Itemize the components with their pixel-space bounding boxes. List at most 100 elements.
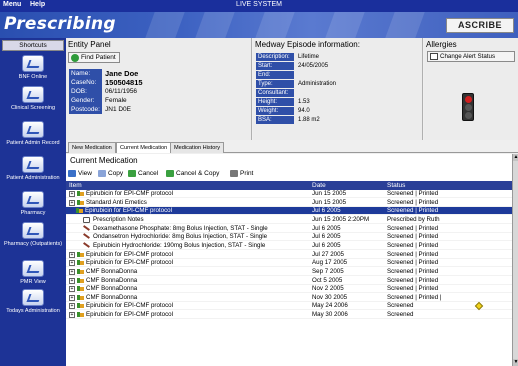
cancel-copy-label: Cancel & Copy: [176, 170, 220, 177]
expand-icon[interactable]: +: [69, 199, 75, 206]
menu-bar: Menu Help LIVE SYSTEM: [0, 0, 518, 12]
expand-icon[interactable]: +: [69, 191, 75, 197]
expand-icon[interactable]: +: [69, 303, 75, 310]
table-row[interactable]: + CMF BonnaDonna Sep 7 2005 Screened | Prin…: [66, 268, 512, 276]
table-row[interactable]: + Epirubicin for EPI-CMF protocol May 24 2…: [66, 302, 512, 311]
sidebar-item-bnf-online[interactable]: BNF Online: [0, 55, 66, 81]
cell-item: CMF BonnaDonna: [86, 285, 138, 293]
postcode: JN1 D0E: [105, 106, 132, 113]
shortcut-icon: [22, 222, 44, 239]
expand-icon[interactable]: +: [69, 277, 75, 284]
cell-item: Dexamethasone Phosphate: 8mg Bolus Injec…: [93, 224, 268, 232]
table-row[interactable]: Prescription Notes Jun 15 2005 2:20PM Pres…: [66, 216, 512, 224]
sidebar-item-pharmacy[interactable]: Pharmacy: [0, 191, 66, 217]
table-row[interactable]: Dexamethasone Phosphate: 8mg Bolus Injec…: [66, 225, 512, 233]
table-row[interactable]: Ondansetron Hydrochloride: 8mg Bolus Inj…: [66, 233, 512, 242]
copy-button[interactable]: Copy: [98, 168, 123, 179]
shortcut-icon: [22, 156, 44, 173]
table-row[interactable]: Epirubicin Hydrochloride: 190mg Bolus In…: [66, 242, 512, 250]
field-label: Gender:: [69, 96, 102, 105]
shortcut-icon: [22, 260, 44, 277]
table-row[interactable]: + CMF BonnaDonna Oct 5 2005 Screened | Prin…: [66, 277, 512, 285]
tab-new-medication[interactable]: New Medication: [68, 142, 116, 153]
protocol-icon: [77, 251, 84, 258]
expand-icon[interactable]: +: [69, 260, 75, 267]
cell-status: Screened | Printed: [387, 241, 439, 249]
sidebar-item-todays-administration[interactable]: Todays Administration: [0, 289, 66, 315]
sidebar-item-pmr-view[interactable]: PMR View: [0, 260, 66, 286]
flag-icon: [474, 302, 484, 311]
column-header-status[interactable]: Status: [387, 181, 405, 190]
cancel-button[interactable]: Cancel: [128, 168, 158, 179]
app-banner: Prescribing ASCRIBE: [0, 12, 518, 38]
table-row[interactable]: + Standard Anti Emetics Jun 15 2005 Screene…: [66, 199, 512, 207]
protocol-icon: [76, 208, 83, 214]
sidebar-item-pharmacy-outpatients[interactable]: Pharmacy (Outpatients): [0, 222, 66, 248]
scroll-up-icon[interactable]: ▲: [513, 154, 518, 161]
cell-status: Screened: [387, 302, 414, 310]
view-button[interactable]: View: [68, 168, 92, 179]
tab-current-medication[interactable]: Current Medication: [116, 142, 172, 153]
alert-status-icon: [430, 53, 438, 60]
field-label: DOB:: [69, 87, 102, 96]
protocol-icon: [77, 303, 84, 309]
entity-panel: Entity Panel Find Patient Name: Jane Doe…: [66, 38, 252, 140]
cancel-label: Cancel: [138, 170, 159, 177]
expand-icon[interactable]: +: [69, 312, 75, 319]
find-patient-button[interactable]: Find Patient: [68, 52, 120, 63]
table-row[interactable]: + Epirubicin for EPI-CMF protocol May 30 2…: [66, 311, 512, 320]
notes-icon: [83, 216, 90, 223]
column-header-date[interactable]: Date: [312, 181, 326, 190]
table-row[interactable]: + Epirubicin for EPI-CMF protocol Jul 27 2…: [66, 251, 512, 259]
field-label: Postcode:: [69, 105, 102, 114]
cell-status: Screened | Printed: [387, 190, 439, 197]
cell-date: Aug 17 2005: [312, 259, 348, 267]
cell-date: May 30 2006: [312, 311, 348, 319]
field-value: 1.88 m2: [298, 117, 320, 123]
expand-icon[interactable]: +: [69, 268, 75, 275]
scroll-down-icon[interactable]: ▼: [513, 359, 518, 366]
tab-medication-history[interactable]: Medication History: [170, 142, 225, 153]
table-row[interactable]: + CMF BonnaDonna Nov 30 2005 Screened | Pri…: [66, 294, 512, 302]
protocol-icon: [77, 286, 84, 292]
print-label: Print: [240, 170, 254, 177]
field-label: Weight:: [256, 107, 294, 115]
cancel-copy-button[interactable]: Cancel & Copy: [166, 168, 219, 179]
change-alert-status-button[interactable]: Change Alert Status: [427, 51, 515, 62]
field-gender: Gender: Female: [69, 96, 249, 105]
table-row[interactable]: + Epirubicin for EPI-CMF protocol Aug 17 2…: [66, 259, 512, 268]
shortcut-icon: [22, 289, 44, 306]
field-postcode: Postcode: JN1 D0E: [69, 105, 249, 114]
column-header-item[interactable]: Item: [69, 181, 82, 190]
table-row[interactable]: Epirubicin for EPI-CMF protocol Jul 6 200…: [66, 207, 512, 216]
cell-status: Screened | Printed: [387, 207, 439, 215]
syringe-icon: [83, 224, 90, 231]
sidebar-item-patient-administration[interactable]: Patient Administration: [0, 156, 66, 182]
print-button[interactable]: Print: [230, 168, 253, 179]
shortcut-icon: [22, 191, 44, 208]
medication-tabs: New Medication Current Medication Medica…: [66, 141, 518, 153]
expand-icon[interactable]: +: [69, 286, 75, 293]
table-row[interactable]: + Epirubicin for EPI-CMF protocol Jun 15 2…: [66, 190, 512, 198]
sidebar-item-clinical-screening[interactable]: Clinical Screening: [0, 86, 66, 112]
episode-field: Description: Lifetime: [256, 53, 421, 61]
sidebar-item-patient-admin-record[interactable]: Patient Admin Record: [0, 121, 66, 147]
copy-icon: [98, 170, 106, 177]
expand-icon[interactable]: +: [69, 294, 75, 301]
printer-icon: [230, 170, 238, 177]
field-label: Type:: [256, 80, 294, 88]
expand-icon[interactable]: +: [69, 251, 75, 258]
cell-date: May 24 2006: [312, 302, 348, 310]
main-area: Entity Panel Find Patient Name: Jane Doe…: [66, 38, 518, 366]
table-row[interactable]: + CMF BonnaDonna Nov 2 2005 Screened | Prin…: [66, 285, 512, 294]
cell-item: Epirubicin for EPI-CMF protocol: [86, 259, 173, 267]
vertical-scrollbar[interactable]: ▲ ▼: [512, 154, 518, 366]
cell-item: Standard Anti Emetics: [86, 198, 147, 206]
field-label: Consultant:: [256, 89, 294, 97]
shortcuts-header: Shortcuts: [2, 40, 64, 51]
cell-date: Jun 15 2005: [312, 190, 347, 197]
current-medication-title: Current Medication: [70, 156, 138, 165]
cell-status: Screened | Printed: [387, 224, 439, 232]
protocol-icon: [77, 312, 84, 318]
date-of-birth: 06/11/1956: [105, 88, 138, 95]
